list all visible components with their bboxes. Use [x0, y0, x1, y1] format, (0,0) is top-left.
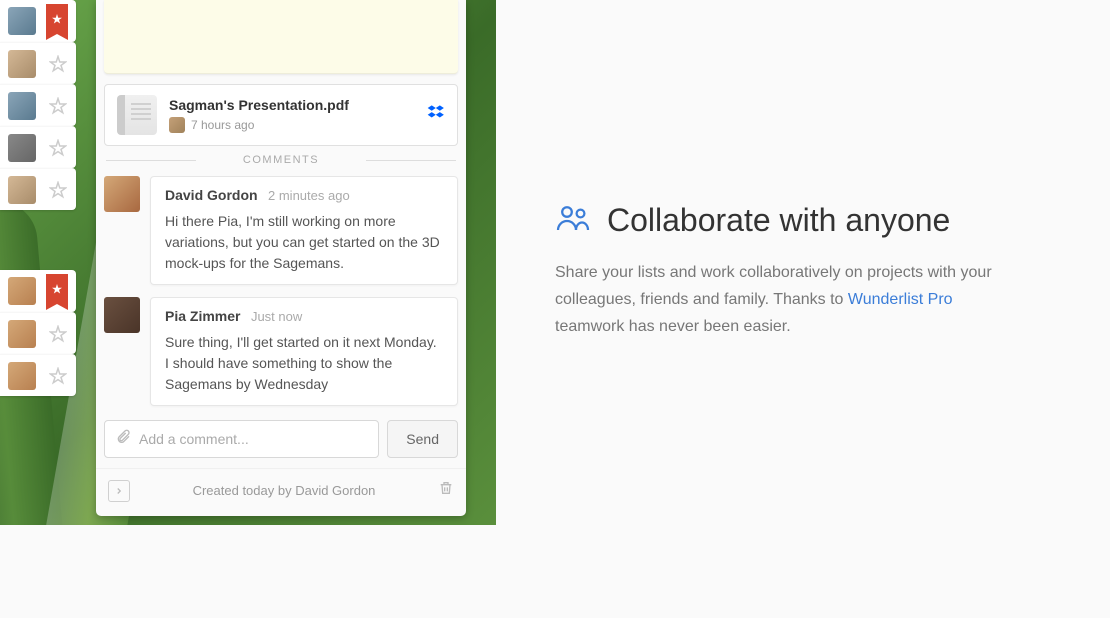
task-row[interactable] [0, 270, 76, 312]
task-row[interactable] [0, 354, 76, 396]
marketing-section: Collaborate with anyone Share your lists… [555, 200, 1010, 341]
comment-body: Sure thing, I'll get started on it next … [165, 332, 443, 395]
comments-header: COMMENTS [96, 154, 466, 166]
avatar [8, 92, 36, 120]
collapse-button[interactable] [108, 480, 130, 502]
note-area[interactable] [104, 0, 458, 74]
avatar [8, 7, 36, 35]
avatar [8, 176, 36, 204]
send-button[interactable]: Send [387, 420, 458, 458]
task-row[interactable] [0, 168, 76, 210]
marketing-body: Share your lists and work collaborativel… [555, 259, 1010, 341]
avatar [8, 362, 36, 390]
avatar [8, 320, 36, 348]
avatar [169, 117, 185, 133]
comment-author: Pia Zimmer [165, 308, 240, 324]
app-screenshot-pane: Sagman's Presentation.pdf 7 hours ago CO… [0, 0, 496, 525]
comment-input[interactable] [139, 431, 368, 447]
marketing-title: Collaborate with anyone [607, 202, 950, 239]
avatar [104, 297, 140, 333]
created-by-text: Created today by David Gordon [193, 483, 376, 498]
star-icon[interactable] [46, 364, 70, 388]
task-row[interactable] [0, 42, 76, 84]
star-icon[interactable] [46, 94, 70, 118]
comment-item: Pia Zimmer Just now Sure thing, I'll get… [104, 297, 458, 406]
document-icon [117, 95, 157, 135]
task-row[interactable] [0, 84, 76, 126]
attachment-icon[interactable] [115, 429, 131, 450]
collaborate-icon [555, 200, 591, 241]
avatar [104, 176, 140, 212]
bookmark-icon[interactable] [46, 4, 68, 34]
bookmark-icon[interactable] [46, 274, 68, 304]
comment-item: David Gordon 2 minutes ago Hi there Pia,… [104, 176, 458, 285]
comment-time: Just now [251, 309, 302, 324]
star-icon[interactable] [46, 52, 70, 76]
star-icon[interactable] [46, 322, 70, 346]
attachment-row[interactable]: Sagman's Presentation.pdf 7 hours ago [104, 84, 458, 146]
avatar [8, 134, 36, 162]
attachment-time: 7 hours ago [191, 118, 254, 132]
task-row[interactable] [0, 126, 76, 168]
star-icon[interactable] [46, 178, 70, 202]
task-row[interactable] [0, 0, 76, 42]
dropbox-icon[interactable] [427, 104, 445, 127]
avatar [8, 50, 36, 78]
comment-body: Hi there Pia, I'm still working on more … [165, 211, 443, 274]
comment-composer: Send [104, 420, 458, 458]
task-detail-panel: Sagman's Presentation.pdf 7 hours ago CO… [96, 0, 466, 516]
trash-icon[interactable] [438, 479, 454, 502]
attachment-title: Sagman's Presentation.pdf [169, 97, 415, 113]
comment-time: 2 minutes ago [268, 188, 350, 203]
card-footer: Created today by David Gordon [96, 468, 466, 516]
avatar [8, 277, 36, 305]
star-icon[interactable] [46, 136, 70, 160]
task-list-column [0, 0, 76, 396]
task-row[interactable] [0, 312, 76, 354]
comment-author: David Gordon [165, 187, 258, 203]
wunderlist-pro-link[interactable]: Wunderlist Pro [848, 291, 953, 308]
